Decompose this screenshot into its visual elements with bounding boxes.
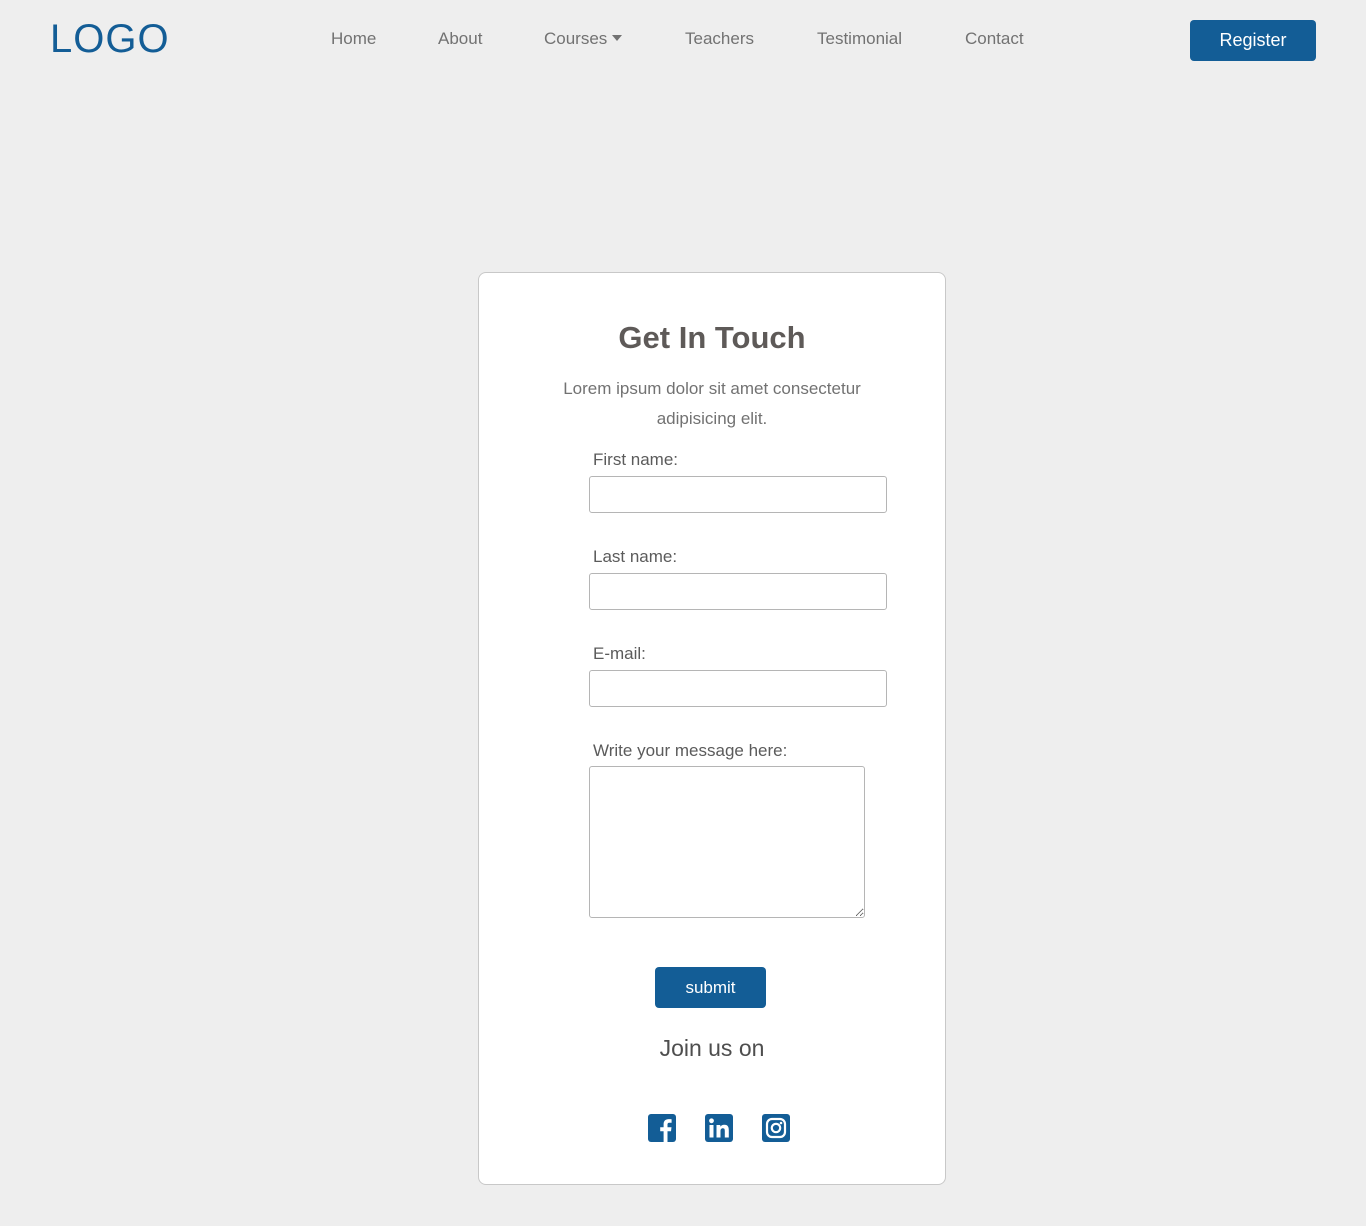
contact-card: Get In Touch Lorem ipsum dolor sit amet … bbox=[478, 272, 946, 1185]
instagram-icon[interactable] bbox=[762, 1114, 790, 1142]
top-navbar: LOGO Home About Courses Teachers Testimo… bbox=[0, 0, 1366, 80]
register-button[interactable]: Register bbox=[1190, 20, 1316, 61]
caret-down-icon bbox=[612, 34, 623, 41]
join-us-heading: Join us on bbox=[659, 1035, 765, 1061]
last-name-label: Last name: bbox=[593, 547, 678, 566]
submit-button[interactable]: submit bbox=[655, 967, 766, 1008]
last-name-input[interactable] bbox=[589, 573, 887, 610]
contact-title: Get In Touch bbox=[618, 320, 806, 355]
nav-link-testimonial[interactable]: Testimonial bbox=[817, 28, 902, 50]
message-label: Write your message here: bbox=[593, 741, 788, 760]
nav-link-teachers[interactable]: Teachers bbox=[685, 28, 754, 50]
main-nav: Home About Courses Teachers Testimonial … bbox=[0, 28, 1366, 50]
message-textarea[interactable] bbox=[589, 766, 865, 918]
nav-link-contact[interactable]: Contact bbox=[965, 28, 1024, 50]
facebook-icon[interactable] bbox=[648, 1114, 676, 1142]
email-input[interactable] bbox=[589, 670, 887, 707]
nav-link-courses[interactable]: Courses bbox=[544, 28, 623, 50]
nav-link-home[interactable]: Home bbox=[331, 28, 376, 50]
nav-link-courses-label: Courses bbox=[544, 29, 608, 48]
first-name-label: First name: bbox=[593, 450, 679, 469]
nav-link-about[interactable]: About bbox=[438, 28, 482, 50]
first-name-input[interactable] bbox=[589, 476, 887, 513]
contact-description: Lorem ipsum dolor sit amet consectetur a… bbox=[563, 379, 861, 428]
linkedin-icon[interactable] bbox=[705, 1114, 733, 1142]
email-label: E-mail: bbox=[593, 644, 646, 663]
